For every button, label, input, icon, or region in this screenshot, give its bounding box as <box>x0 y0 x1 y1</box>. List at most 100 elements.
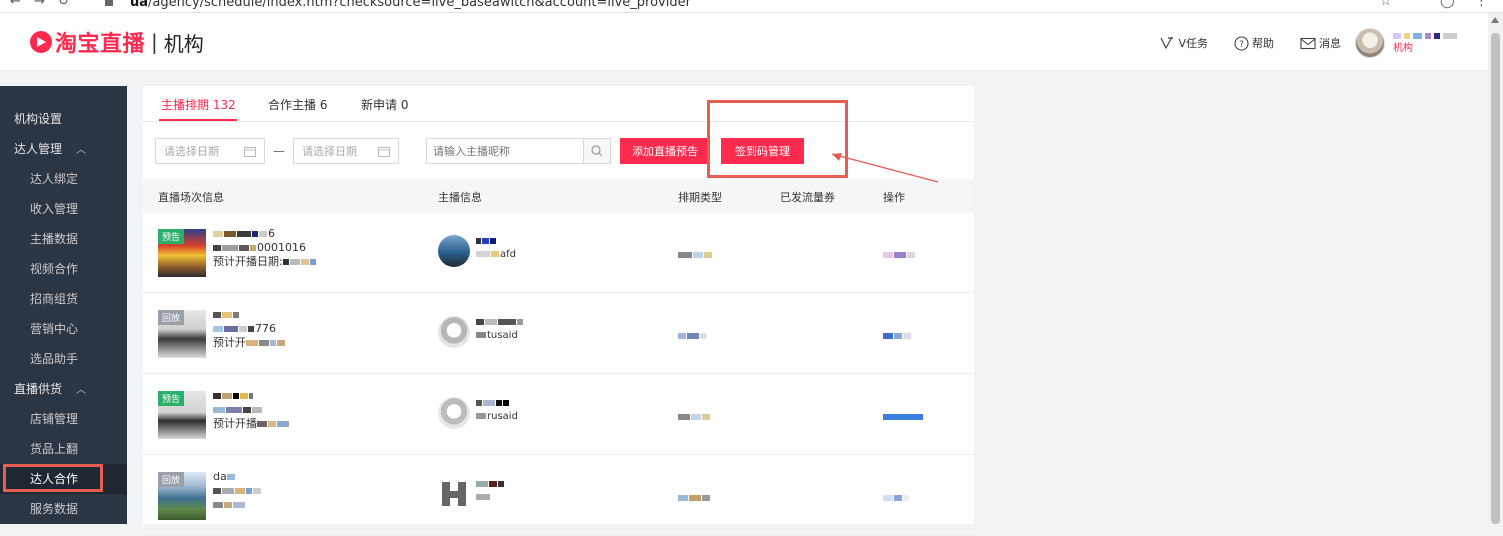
tab-bar: 主播排期 132 合作主播 6 新申请 0 <box>143 86 974 122</box>
svg-text:?: ? <box>1239 40 1244 50</box>
row-actions[interactable] <box>883 490 910 504</box>
row-actions[interactable] <box>883 409 924 423</box>
sidebar-item-service-data[interactable]: 服务数据 <box>0 494 127 524</box>
table-row: 回放 776 预计开 tusaid <box>143 294 974 374</box>
live-cover-image[interactable]: 回放 <box>158 310 206 358</box>
forward-icon[interactable]: → <box>34 0 45 9</box>
sidebar-item-goods-listing[interactable]: 货品上翻 <box>0 434 127 464</box>
anchor-avatar[interactable] <box>438 235 470 267</box>
table-row: 预告 6 0001016 预计开播日期: afd <box>143 213 974 293</box>
expected-start-date: 预计开播日期: <box>213 255 413 269</box>
blurred-id: 0001016 <box>213 241 413 255</box>
brand-logo[interactable]: 淘宝直播 | 机构 <box>30 27 204 57</box>
live-cover-image[interactable]: 预告 <box>158 391 206 439</box>
status-badge: 预告 <box>158 391 185 406</box>
status-badge: 回放 <box>158 310 185 325</box>
col-live-session: 直播场次信息 <box>158 191 224 204</box>
sidebar-group-talent-mgmt[interactable]: 达人管理 ︿ <box>0 134 127 164</box>
brand-name: 淘宝直播 <box>55 32 146 57</box>
menu-kebab-icon[interactable]: ⋮ <box>1475 0 1488 9</box>
lock-icon <box>104 0 114 10</box>
sidebar-item-shop-mgmt[interactable]: 店铺管理 <box>0 404 127 434</box>
reload-icon[interactable]: ↻ <box>58 0 69 9</box>
url-field[interactable]: ua/agency/schedule/index.htm?checksource… <box>130 0 691 10</box>
page-scrollbar[interactable] <box>1488 13 1503 524</box>
sidebar-nav: 机构设置 达人管理 ︿ 达人绑定 收入管理 主播数据 视频合作 招商组货 营销中心… <box>0 86 127 524</box>
sidebar-item-selection-helper[interactable]: 选品助手 <box>0 344 127 374</box>
anchor-search-box[interactable] <box>426 138 611 164</box>
section-title: 机构 <box>163 31 204 56</box>
live-session-info: 6 0001016 预计开播日期: <box>213 227 413 269</box>
brand-separator: | <box>151 30 158 54</box>
messages-link[interactable]: 消息 <box>1300 35 1341 51</box>
tab-anchor-schedule[interactable]: 主播排期 132 <box>161 96 236 113</box>
anchor-avatar[interactable] <box>438 397 470 429</box>
expected-start-date: 预计开 <box>213 336 413 350</box>
sidebar-item-sourcing[interactable]: 招商组货 <box>0 284 127 314</box>
sidebar-item-label: 营销中心 <box>30 322 79 336</box>
live-cover-image[interactable]: 预告 <box>158 229 206 277</box>
anchor-info: afd <box>476 235 626 261</box>
sidebar-item-org-settings[interactable]: 机构设置 <box>0 104 127 134</box>
anchor-avatar[interactable] <box>438 316 470 348</box>
anchor-search-input[interactable] <box>427 139 584 163</box>
sidebar-item-label: 货品上翻 <box>30 442 79 456</box>
add-live-preview-button[interactable]: 添加直播预告 <box>620 138 710 164</box>
tab-new-requests[interactable]: 新申请 0 <box>361 96 408 113</box>
sidebar-item-label: 视频合作 <box>30 262 79 276</box>
v-task-link[interactable]: V任务 <box>1159 35 1208 51</box>
app-header: 淘宝直播 | 机构 V任务 ? 帮助 消息 机构 <box>0 13 1488 71</box>
profile-icon[interactable]: ◯ <box>1440 0 1455 9</box>
avatar[interactable] <box>1355 28 1385 58</box>
bookmark-star-icon[interactable]: ☆ <box>1380 0 1392 9</box>
message-icon <box>1300 37 1316 49</box>
col-schedule-type: 排期类型 <box>678 191 722 204</box>
sidebar-item-label: 选品助手 <box>30 352 79 366</box>
blurred-id: 776 <box>213 322 413 336</box>
end-date-field[interactable]: 请选择日期 <box>293 138 399 164</box>
chevron-up-icon: ︿ <box>76 145 87 156</box>
blurred-title <box>213 389 413 403</box>
schedule-type-blurred <box>678 490 711 504</box>
anchor-info: tusaid <box>476 316 626 342</box>
row-actions[interactable] <box>883 247 916 261</box>
search-icon <box>591 145 603 157</box>
scroll-thumb[interactable] <box>1491 33 1500 524</box>
sidebar-item-marketing[interactable]: 营销中心 <box>0 314 127 344</box>
expected-start-date <box>213 498 413 512</box>
active-tab-indicator <box>159 119 237 121</box>
sidebar-item-talent-binding[interactable]: 达人绑定 <box>0 164 127 194</box>
sidebar-item-label: 达人绑定 <box>30 172 79 186</box>
header-actions: V任务 ? 帮助 消息 机构 <box>1159 27 1458 59</box>
tab-coop-anchors[interactable]: 合作主播 6 <box>268 96 327 113</box>
back-icon[interactable]: ← <box>10 0 21 9</box>
table-row: 预告 预计开播 rusaid <box>143 375 974 455</box>
search-button[interactable] <box>583 139 610 163</box>
sidebar-item-income[interactable]: 收入管理 <box>0 194 127 224</box>
start-date-placeholder: 请选择日期 <box>164 145 219 158</box>
start-date-field[interactable]: 请选择日期 <box>155 138 265 164</box>
help-link[interactable]: ? 帮助 <box>1234 35 1274 51</box>
user-meta: 机构 <box>1393 32 1458 54</box>
chevron-up-icon: ︿ <box>76 385 87 396</box>
anchor-info: rusaid <box>476 397 626 423</box>
sidebar-item-label: 机构设置 <box>14 112 63 126</box>
anchor-avatar[interactable] <box>438 478 470 510</box>
user-menu[interactable]: 机构 <box>1355 28 1458 58</box>
schedule-type-blurred <box>678 409 711 423</box>
calendar-icon <box>378 146 390 157</box>
sidebar-item-label: 招商组货 <box>30 292 79 306</box>
row-actions[interactable] <box>883 328 912 342</box>
calendar-icon <box>244 146 256 157</box>
sidebar-item-anchor-data[interactable]: 主播数据 <box>0 224 127 254</box>
live-cover-image[interactable]: 回放 <box>158 472 206 520</box>
expected-start-date: 预计开播 <box>213 417 413 431</box>
sidebar-item-video-coop[interactable]: 视频合作 <box>0 254 127 284</box>
live-session-info: 预计开播 <box>213 389 413 431</box>
blurred-title: 6 <box>213 227 413 241</box>
scroll-up-icon[interactable] <box>1491 17 1499 23</box>
sidebar-item-label: 店铺管理 <box>30 412 79 426</box>
sidebar-group-live-supply[interactable]: 直播供货 ︿ <box>0 374 127 404</box>
end-date-placeholder: 请选择日期 <box>302 145 357 158</box>
schedule-type-blurred <box>678 328 707 342</box>
